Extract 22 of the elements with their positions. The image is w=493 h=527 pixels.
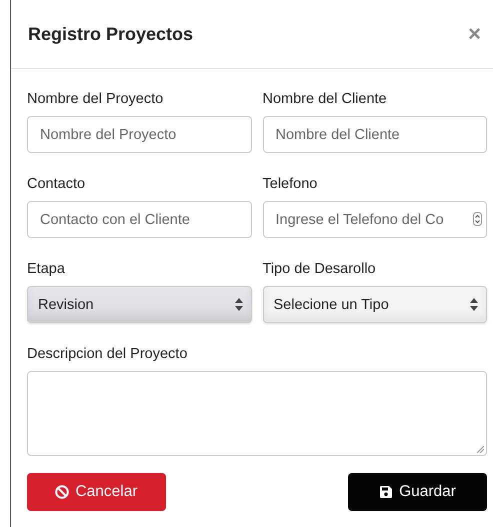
close-button[interactable]: × — [464, 21, 485, 47]
text-field[interactable]: Contacto con el Cliente — [27, 201, 252, 238]
select-field[interactable]: Revision — [27, 286, 252, 323]
text-field[interactable]: Nombre del Proyecto — [27, 116, 252, 153]
save-button[interactable]: Guardar — [348, 473, 487, 511]
field-label: Nombre del Proyecto — [27, 91, 164, 107]
field-label: Telefono — [262, 176, 318, 192]
select-field[interactable]: Selecione un Tipo — [262, 286, 487, 323]
field-label: Contacto — [27, 176, 86, 192]
field-label: Descripcion del Proyecto — [27, 346, 188, 362]
sort-arrows-icon — [234, 298, 242, 311]
field-label: Nombre del Cliente — [262, 91, 388, 107]
field-label: Etapa — [27, 261, 66, 277]
resize-grip-icon — [477, 446, 484, 453]
cancel-button[interactable]: Cancelar — [27, 473, 166, 511]
prohibited-icon — [55, 485, 70, 499]
spinner-icon[interactable] — [473, 212, 482, 226]
modal-title: Registro Proyectos — [28, 24, 194, 44]
number-field[interactable]: Ingrese el Telefono del Co — [262, 201, 487, 238]
field-label: Tipo de Desarollo — [262, 261, 377, 277]
text-field[interactable]: Nombre del Cliente — [262, 116, 487, 153]
sort-arrows-icon — [470, 298, 478, 311]
